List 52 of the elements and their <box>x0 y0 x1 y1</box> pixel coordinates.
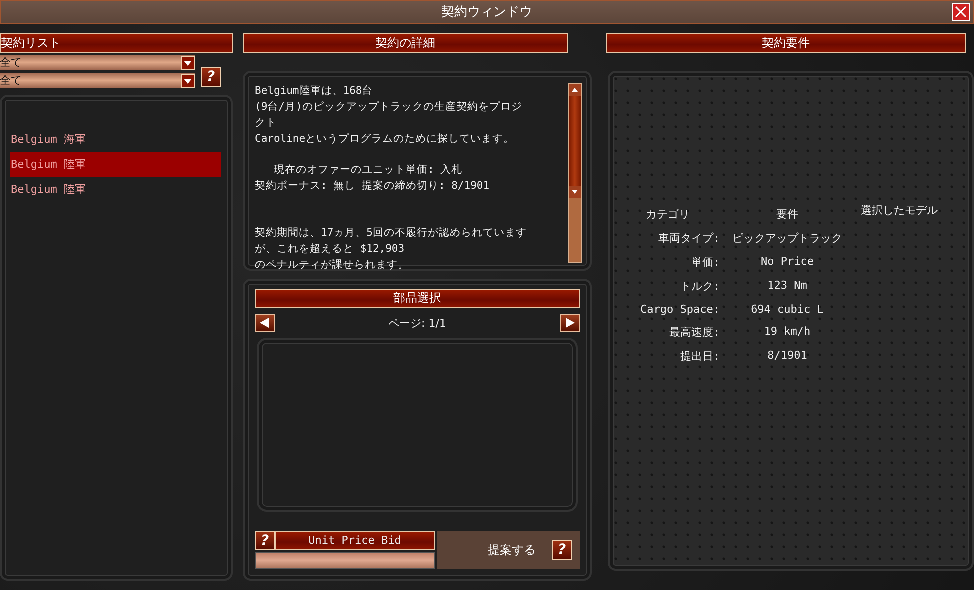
details-text-line: のペナルティが課せられます。 <box>255 258 410 273</box>
contract-list-item[interactable]: Belgium 陸軍 <box>10 177 221 202</box>
requirement-value: 694 cubic L <box>750 303 825 316</box>
details-text-line: (9台/月)のピックアップトラックの生産契約をプロジ <box>255 100 524 115</box>
filter-dropdown[interactable]: 全て <box>0 55 195 70</box>
section-header: 契約リスト <box>0 33 233 53</box>
section-header: 契約要件 <box>606 33 966 53</box>
requirement-label: 単価: <box>690 255 720 270</box>
help-button[interactable]: ? <box>255 531 275 550</box>
caret-icon <box>181 56 195 70</box>
requirement-value: 123 Nm <box>766 279 808 294</box>
details-text-line: Belgium陸軍は、168台 <box>255 84 374 99</box>
page-indicator: ページ: 1/1 <box>388 316 446 330</box>
help-button[interactable]: ? <box>201 67 221 87</box>
help-button[interactable]: ? <box>552 540 572 560</box>
scroll-up-icon <box>569 84 581 96</box>
close-icon <box>954 5 968 19</box>
filter-dropdown[interactable]: 全て <box>0 73 195 88</box>
scrollbar[interactable] <box>568 83 582 263</box>
requirement-value: 19 km/h <box>763 325 812 340</box>
submit-button[interactable]: 提案する <box>484 540 540 560</box>
requirement-label: 車両タイプ: <box>657 231 720 246</box>
contract-list-item[interactable]: Belgium 陸軍 <box>10 152 221 177</box>
previous-page-button[interactable] <box>255 314 275 332</box>
details-text-line: 契約ボーナス: 無し 提案の締め切り: 8/1901 <box>255 179 491 194</box>
requirement-label: 最高速度: <box>668 325 720 340</box>
next-page-button[interactable] <box>560 314 580 332</box>
column-header: 選択したモデル <box>860 203 939 219</box>
details-text-line: 契約期間は、17ヵ月、5回の不履行が認められています <box>255 226 528 241</box>
bid-label: Unit Price Bid <box>275 531 435 550</box>
window-title: 契約ウィンドウ <box>442 4 532 21</box>
requirement-value: 8/1901 <box>766 349 808 364</box>
requirement-value: No Price <box>760 255 815 270</box>
caret-icon <box>181 74 195 88</box>
bid-input-field[interactable] <box>255 552 435 569</box>
requirement-label: 提出日: <box>679 349 720 364</box>
section-header: 部品選択 <box>255 289 580 308</box>
scroll-down-icon <box>569 186 581 198</box>
details-text-line: Carolineというプログラムのために探しています。 <box>255 132 516 147</box>
requirement-label: Cargo Space: <box>640 303 720 316</box>
contract-list-item[interactable]: Belgium 海軍 <box>10 127 221 152</box>
requirement-value: ピックアップトラック <box>732 231 844 246</box>
section-header: 契約の詳細 <box>243 33 568 53</box>
column-header: カテゴリ <box>645 207 691 222</box>
details-text-line: クト <box>255 116 278 131</box>
column-header: 要件 <box>776 207 800 222</box>
left-arrow-icon <box>259 317 271 329</box>
requirement-label: トルク: <box>679 279 720 294</box>
close-button[interactable] <box>952 3 970 21</box>
right-arrow-icon <box>564 317 576 329</box>
details-text-line: 現在のオファーのユニット単価: 入札 <box>272 163 464 178</box>
details-text-line: が、これを超えると $12,903 <box>255 242 406 257</box>
